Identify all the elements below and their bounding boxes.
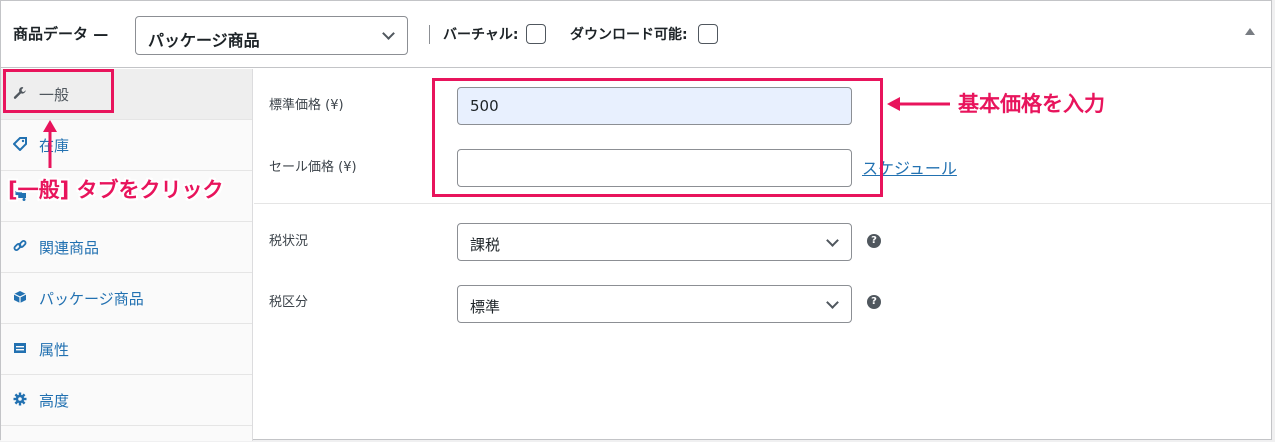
arrow-left-head bbox=[887, 97, 900, 111]
arrow-up-head bbox=[43, 120, 57, 132]
tab-instruction-annotation: [一般] タブをクリック bbox=[8, 178, 224, 202]
annotation-arrows bbox=[43, 97, 950, 168]
price-instruction-annotation: 基本価格を入力 bbox=[958, 92, 1105, 116]
